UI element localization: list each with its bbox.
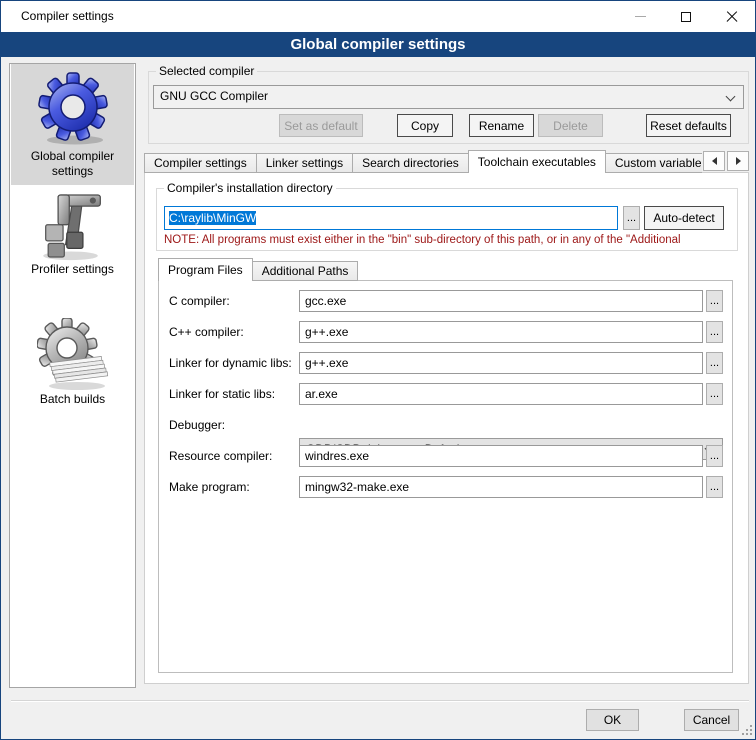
installation-directory-group-label: Compiler's installation directory [164,181,336,195]
compiler-tabs: Compiler settings Linker settings Search… [144,150,702,173]
linker-dynamic-browse-button[interactable]: ... [706,352,723,374]
install-dir-browse-button[interactable]: ... [623,206,640,230]
set-as-default-button[interactable]: Set as default [279,114,363,137]
tab-compiler-settings[interactable]: Compiler settings [144,153,257,173]
sidebar-item-label: Global compiler settings [11,149,134,179]
footer-divider [11,700,749,702]
cpp-compiler-browse-button[interactable]: ... [706,321,723,343]
ok-button[interactable]: OK [586,709,639,731]
make-program-label: Make program: [169,476,297,498]
program-files-tabs: Program Files Additional Paths [158,258,558,281]
make-program-input[interactable] [299,476,703,498]
minimize-button[interactable] [617,1,663,32]
reset-defaults-button[interactable]: Reset defaults [646,114,731,137]
gray-gear-paper-stack-icon [37,318,109,392]
close-icon [726,11,738,23]
resource-compiler-label: Resource compiler: [169,445,297,467]
sidebar-item-label: Batch builds [11,392,134,407]
compiler-select-value: GNU GCC Compiler [160,89,268,103]
tab-linker-settings[interactable]: Linker settings [256,153,353,173]
tab-scroll-right-button[interactable] [727,151,749,171]
install-dir-selected-text: C:\raylib\MinGW [169,211,256,225]
sidebar-item-batch-builds[interactable]: Batch builds [11,318,134,418]
close-button[interactable] [709,1,755,32]
cpp-compiler-input[interactable] [299,321,703,343]
c-compiler-browse-button[interactable]: ... [706,290,723,312]
title-bar: Compiler settings [1,1,755,32]
cpp-compiler-label: C++ compiler: [169,321,297,343]
chevron-down-icon [726,92,736,102]
c-compiler-label: C compiler: [169,290,297,312]
tab-scroll-left-button[interactable] [703,151,725,171]
copy-button[interactable]: Copy [397,114,453,137]
blue-gear-icon [35,69,111,149]
compiler-select[interactable]: GNU GCC Compiler [153,85,744,109]
maximize-button[interactable] [663,1,709,32]
install-dir-input[interactable]: C:\raylib\MinGW [164,206,618,230]
sidebar-item-label: Profiler settings [11,262,134,277]
page-title: Global compiler settings [1,32,755,57]
tab-custom-variables[interactable]: Custom variables [605,153,702,173]
rename-button[interactable]: Rename [469,114,534,137]
maximize-icon [681,12,691,22]
bin-subdirectory-note: NOTE: All programs must exist either in … [164,232,736,248]
resource-compiler-browse-button[interactable]: ... [706,445,723,467]
settings-category-list: Global compiler settings Profiler settin… [9,63,136,688]
caliper-tool-icon [38,190,108,262]
subtab-program-files[interactable]: Program Files [158,258,253,281]
arrow-left-icon [712,157,717,165]
linker-dynamic-input[interactable] [299,352,703,374]
linker-static-input[interactable] [299,383,703,405]
cancel-button[interactable]: Cancel [684,709,739,731]
window-title: Compiler settings [21,1,114,32]
linker-static-browse-button[interactable]: ... [706,383,723,405]
linker-dynamic-label: Linker for dynamic libs: [169,352,297,374]
linker-static-label: Linker for static libs: [169,383,297,405]
sidebar-item-profiler-settings[interactable]: Profiler settings [11,190,134,294]
resource-compiler-input[interactable] [299,445,703,467]
tab-search-directories[interactable]: Search directories [352,153,469,173]
sidebar-item-global-compiler-settings[interactable]: Global compiler settings [11,64,134,185]
minimize-icon [635,16,646,17]
delete-button[interactable]: Delete [538,114,603,137]
resize-grip-icon[interactable] [740,723,752,735]
subtab-additional-paths[interactable]: Additional Paths [252,261,359,281]
arrow-right-icon [736,157,741,165]
c-compiler-input[interactable] [299,290,703,312]
selected-compiler-group-label: Selected compiler [156,64,257,78]
autodetect-button[interactable]: Auto-detect [644,206,724,230]
debugger-label: Debugger: [169,414,297,436]
tab-toolchain-executables[interactable]: Toolchain executables [468,150,606,173]
make-program-browse-button[interactable]: ... [706,476,723,498]
